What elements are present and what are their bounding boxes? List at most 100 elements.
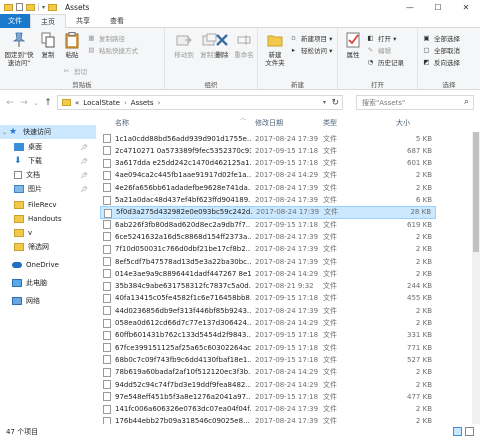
- properties-quick-icon[interactable]: [16, 3, 23, 11]
- address-bar[interactable]: « LocalState › Assets › ▾ ↻: [57, 95, 343, 110]
- select-all-button[interactable]: ▣ 全部选择: [422, 33, 460, 43]
- rename-button[interactable]: 重命名: [232, 31, 256, 59]
- column-name[interactable]: 名称: [115, 118, 129, 128]
- cut-button[interactable]: ✂ 剪切: [62, 66, 87, 76]
- pin-to-quick-access-button[interactable]: 固定到"快 速访问": [3, 31, 35, 67]
- delete-button[interactable]: 删除: [211, 31, 233, 59]
- file-row[interactable]: 40fa13415c05fe4582f1c6e716458bb8... 2017-…: [100, 292, 436, 305]
- file-row[interactable]: 67fce399151125af25a65c60302264ac... 2017-…: [100, 341, 436, 354]
- file-row[interactable]: 5a21a0dac48d437ef4bf623ffd904189... 2017-…: [100, 194, 436, 207]
- new-folder-label-line1: 新建: [268, 51, 282, 59]
- paste-shortcut-button[interactable]: ▤ 粘贴快捷方式: [87, 45, 138, 55]
- forward-button[interactable]: →: [17, 96, 31, 110]
- address-dropdown-icon[interactable]: ▾: [323, 99, 326, 106]
- breadcrumb-assets[interactable]: Assets: [131, 99, 154, 107]
- ribbon-tabs: 文件 主页 共享 查看: [0, 13, 480, 29]
- file-row[interactable]: 3a617dda e25dd242c1470d462125a1... 2017-0…: [100, 157, 436, 170]
- breadcrumb-separator[interactable]: ›: [124, 99, 127, 107]
- new-folder-quick-icon[interactable]: [26, 3, 35, 11]
- column-date[interactable]: 修改日期: [255, 118, 283, 128]
- file-row[interactable]: 8ef5cdf7b47578ad13d5e3a22ba30bc... 2017-0…: [100, 255, 436, 268]
- file-row[interactable]: 5f0d3a275d432982e0e093bc59c242d... 2017-0…: [100, 205, 436, 219]
- file-row[interactable]: 1c1a0cdd88bd56add939d901d1755e... 2017-08…: [100, 132, 436, 145]
- file-row[interactable]: 6ce5241632a16d5c8868d154ff2373a... 2017-0…: [100, 230, 436, 243]
- file-row[interactable]: 6ab226f3fb80d8ad620d8ec2a9db7f7... 2017-0…: [100, 218, 436, 231]
- nav-handouts[interactable]: Handouts: [0, 212, 96, 226]
- select-none-button[interactable]: ▢ 全部取消: [422, 45, 460, 55]
- paste-button[interactable]: 粘贴: [62, 31, 82, 59]
- new-folder-button[interactable]: 新建 文件夹: [262, 31, 288, 67]
- column-type[interactable]: 类型: [323, 118, 337, 128]
- nav-quick-access[interactable]: ⌄ ★ 快速访问: [0, 125, 96, 139]
- up-button[interactable]: ↑: [41, 96, 55, 110]
- new-item-button[interactable]: ▫ 新建项目 ▾: [289, 33, 332, 43]
- edit-button[interactable]: ✎ 编辑: [366, 45, 391, 55]
- tab-file[interactable]: 文件: [0, 13, 30, 28]
- file-row[interactable]: 141fc006a606326e0763dc07ea04f04f... 2017-…: [100, 403, 436, 416]
- file-row[interactable]: 78b619a60badaf2af10f512120ec3f3b... 2017-…: [100, 366, 436, 379]
- nav-onedrive[interactable]: OneDrive: [0, 258, 96, 272]
- file-row[interactable]: 176b44ebb27b09a318546c09025e8... 2017-08-…: [100, 415, 436, 424]
- file-row[interactable]: 4ae094ca2c445fb1aae91917d02fe1a... 2017-0…: [100, 169, 436, 182]
- search-box[interactable]: 搜索"Assets" ⌕: [356, 95, 474, 110]
- file-row[interactable]: 94dd52c94c74f7bd3e19ddf9fea8482... 2017-0…: [100, 378, 436, 391]
- breadcrumb-localstate[interactable]: LocalState: [83, 99, 120, 107]
- folder-icon: [14, 243, 24, 251]
- tab-view[interactable]: 查看: [100, 14, 134, 28]
- nav-network[interactable]: 网络: [0, 294, 96, 308]
- breadcrumb-separator[interactable]: ›: [158, 99, 161, 107]
- copy-path-button[interactable]: ▦ 复制路径: [87, 33, 125, 43]
- large-icons-view-icon[interactable]: [465, 427, 474, 436]
- breadcrumb-overflow[interactable]: «: [75, 99, 79, 107]
- back-button[interactable]: ←: [3, 96, 17, 110]
- file-row[interactable]: 014e3ae9a9c8896441dadf447267 8e1... 2017-…: [100, 267, 436, 280]
- maximize-button[interactable]: ☐: [424, 0, 452, 14]
- file-row[interactable]: 68b0c7c09f743fb9c6dd4130fbaf18e1... 2017-…: [100, 353, 436, 366]
- details-view-icon[interactable]: [453, 427, 462, 436]
- file-row[interactable]: 058ea0d612cd66d7c77e137d306424... 2017-08…: [100, 317, 436, 330]
- move-to-button[interactable]: 移动到: [171, 31, 197, 59]
- nav-documents[interactable]: 文档 📌︎: [0, 168, 96, 182]
- recent-locations-button[interactable]: ⌄: [31, 96, 41, 110]
- nav-this-pc[interactable]: 此电脑: [0, 276, 96, 290]
- properties-button[interactable]: 属性: [342, 31, 364, 59]
- file-row[interactable]: 60ffb601431b762c133d5454d2f9843... 2017-0…: [100, 329, 436, 342]
- nav-filerecv[interactable]: FileRecv: [0, 198, 96, 212]
- file-row[interactable]: 2c4710271 0a573389f9fec5352370c93... 2017…: [100, 144, 436, 157]
- pin-icon[interactable]: 📌︎: [80, 186, 88, 193]
- pin-icon[interactable]: 📌︎: [80, 172, 88, 179]
- file-date: 2017-08-24 17:39: [255, 232, 319, 241]
- file-type: 文件: [323, 319, 337, 327]
- file-date: 2017-08-24 14:29: [255, 171, 319, 180]
- file-row[interactable]: 4e26fa656bb61adadefbe9628e741da... 2017-0…: [100, 181, 436, 194]
- minimize-button[interactable]: —: [396, 0, 424, 14]
- copy-button[interactable]: 复制: [38, 31, 58, 59]
- refresh-icon[interactable]: ↻: [331, 98, 339, 108]
- pin-icon[interactable]: 📌︎: [80, 158, 88, 165]
- column-size[interactable]: 大小: [396, 118, 410, 128]
- chevron-down-icon[interactable]: ▾: [42, 4, 45, 11]
- new-group: 新建 文件夹 ▫ 新建项目 ▾ ▸ 轻松访问 ▾ 新建: [258, 28, 338, 90]
- history-button[interactable]: ◔ 历史记录: [366, 57, 404, 67]
- pin-icon[interactable]: 📌︎: [80, 144, 88, 151]
- close-button[interactable]: ✕: [452, 0, 480, 14]
- tab-share[interactable]: 共享: [66, 14, 100, 28]
- nav-v[interactable]: v: [0, 226, 96, 240]
- file-row[interactable]: 35b384c9abe631758312fc7837c5a0d... 2017-0…: [100, 280, 436, 293]
- file-row[interactable]: 7f10d050031c766d0dbf21be17cf8b2... 2017-0…: [100, 243, 436, 256]
- vertical-scrollbar[interactable]: [472, 132, 480, 424]
- clipboard-group: 固定到"快 速访问" 复制 粘贴 ▦ 复制路径 ▤ 粘贴快捷方式 ✂ 剪切 剪贴…: [0, 28, 165, 90]
- tab-home[interactable]: 主页: [30, 13, 66, 29]
- nav-filter-site[interactable]: 筛选网: [0, 240, 96, 254]
- scrollbar-thumb[interactable]: [473, 132, 479, 252]
- nav-pictures[interactable]: 图片 📌︎: [0, 182, 96, 196]
- nav-downloads[interactable]: ⬇ 下载 📌︎: [0, 154, 96, 168]
- easy-access-button[interactable]: ▸ 轻松访问 ▾: [289, 45, 332, 55]
- invert-selection-button[interactable]: ◩ 反向选择: [422, 57, 460, 67]
- open-button[interactable]: ◧ 打开 ▾: [366, 33, 396, 43]
- explorer-icon[interactable]: [4, 3, 13, 11]
- file-row[interactable]: 97e548eff451b5f3a8e1276a2041a97... 2017-0…: [100, 390, 436, 403]
- nav-desktop[interactable]: 桌面 📌︎: [0, 140, 96, 154]
- file-row[interactable]: 44d0236856db9ef313f446bf85b9243... 2017-0…: [100, 304, 436, 317]
- chevron-down-icon[interactable]: ⌄: [2, 129, 7, 136]
